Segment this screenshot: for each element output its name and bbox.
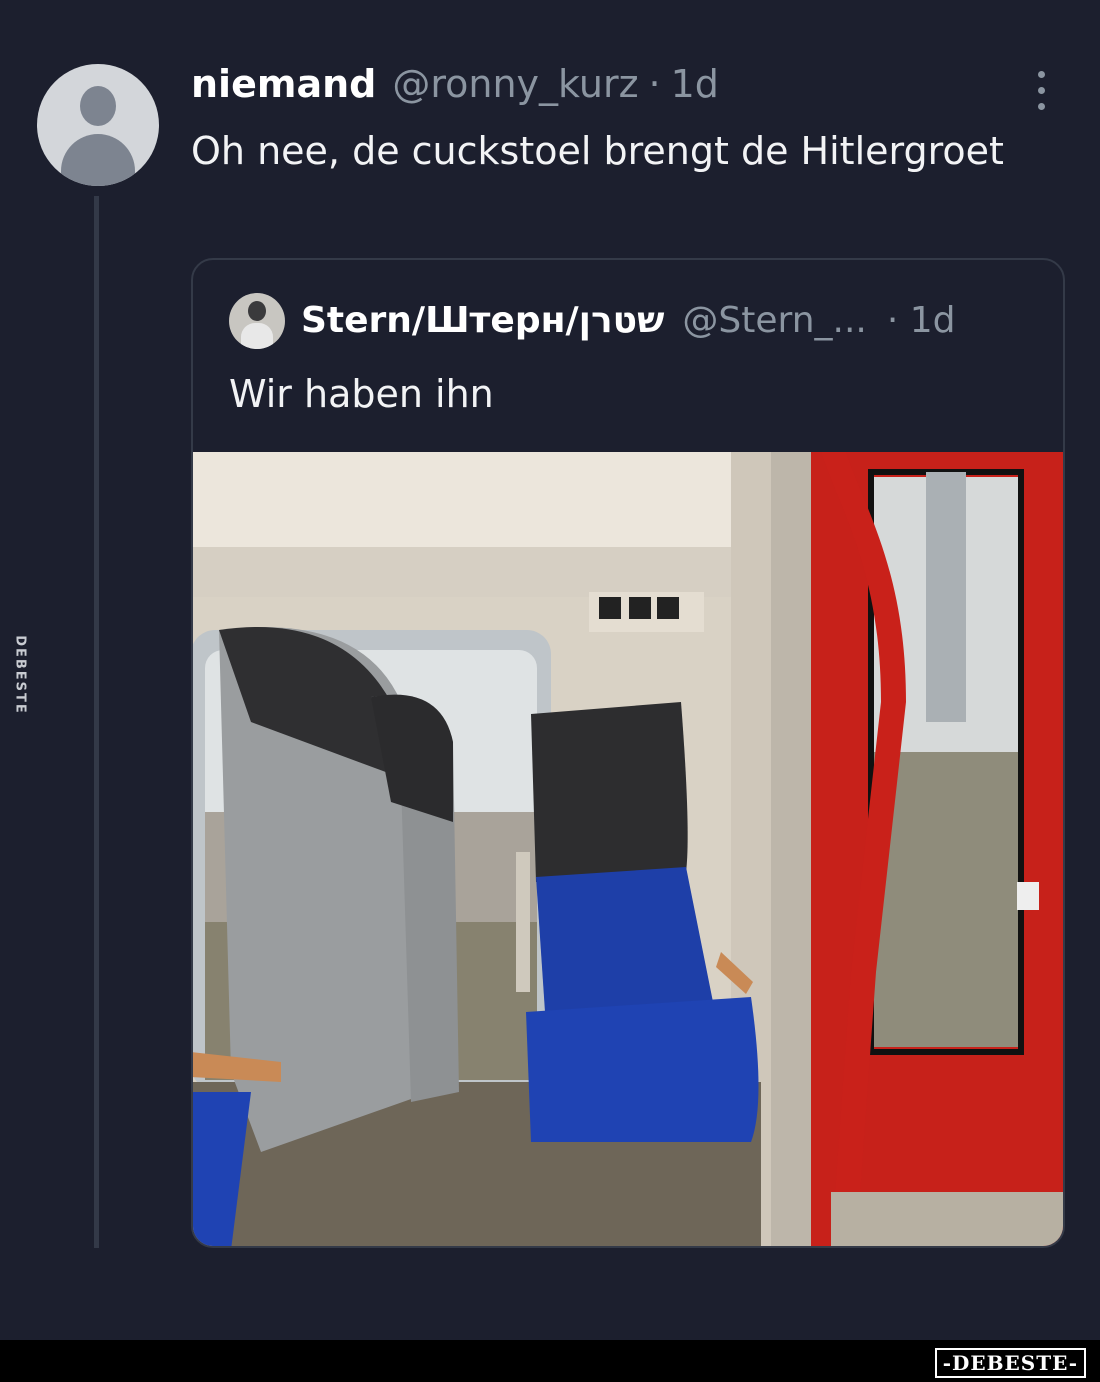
tweet-card[interactable]: niemand @ronny_kurz · 1d Oh nee, de cuck… — [0, 0, 1100, 1340]
display-name[interactable]: niemand — [191, 62, 376, 106]
separator: · — [648, 62, 661, 106]
timestamp[interactable]: 1d — [671, 62, 719, 106]
quoted-timestamp: · 1d — [886, 300, 956, 341]
quoted-tweet[interactable]: Stern/Штерн/שטרן @Stern_... · 1d Wir hab… — [191, 258, 1065, 1248]
quoted-display-name[interactable]: Stern/Штерн/שטרן — [301, 300, 664, 341]
tweet-text: Oh nee, de cuckstoel brengt de Hitlergro… — [191, 129, 1004, 173]
footer-bar: -DEBESTE- — [0, 1340, 1100, 1382]
quoted-handle[interactable]: @Stern_... — [682, 300, 866, 341]
thread-line — [94, 196, 99, 1248]
default-avatar-icon[interactable] — [37, 64, 159, 186]
brand-logo: -DEBESTE- — [934, 1348, 1086, 1378]
more-vertical-icon[interactable] — [1026, 68, 1056, 114]
user-handle[interactable]: @ronny_kurz — [392, 62, 638, 106]
quoted-photo[interactable] — [193, 452, 1063, 1246]
side-watermark: DEBESTE — [12, 635, 28, 715]
quoted-text: Wir haben ihn — [229, 372, 494, 416]
tweet-header: niemand @ronny_kurz · 1d — [191, 62, 719, 106]
quoted-header: Stern/Штерн/שטרן @Stern_... · 1d — [301, 300, 956, 341]
quoted-avatar[interactable] — [229, 293, 285, 349]
